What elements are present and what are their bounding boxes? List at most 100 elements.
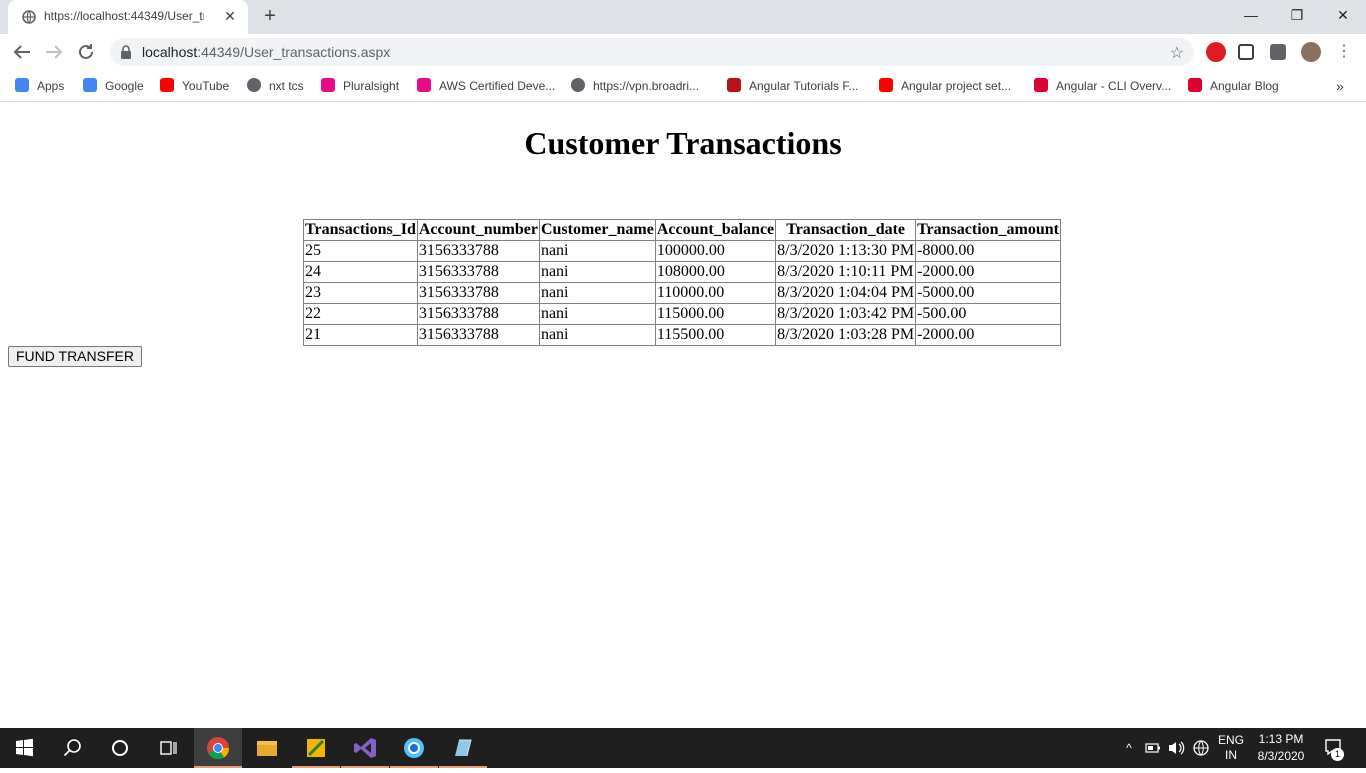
column-header: Account_number <box>416 219 540 241</box>
tab-title: https://localhost:44349/User_transaction… <box>44 9 204 23</box>
page-content: Customer Transactions Transactions_Id Ac… <box>0 103 1366 728</box>
chevron-up-icon[interactable]: ^ <box>1120 728 1138 768</box>
bookmark-item[interactable]: Google <box>83 76 144 96</box>
table-cell: 3156333788 <box>416 240 540 262</box>
table-cell: 24 <box>303 261 418 283</box>
table-cell: nani <box>538 324 656 346</box>
table-cell: 108000.00 <box>654 261 777 283</box>
back-arrow-icon[interactable] <box>10 40 34 64</box>
visual-studio-icon[interactable] <box>341 728 389 768</box>
browser-toolbar: localhost:44349/User_transactions.aspx ☆… <box>0 34 1366 70</box>
table-cell: 25 <box>303 240 418 262</box>
column-header: Transaction_date <box>775 219 917 241</box>
globe-icon <box>22 10 36 24</box>
table-cell: 3156333788 <box>416 261 540 283</box>
bookmark-label: AWS Certified Deve... <box>439 79 556 93</box>
bookmark-label: nxt tcs <box>269 79 304 93</box>
table-cell: 115500.00 <box>654 324 777 346</box>
adblock-icon[interactable] <box>1206 42 1226 62</box>
table-cell: nani <box>538 282 656 304</box>
cube-extension-icon[interactable] <box>1238 44 1254 60</box>
table-cell: -500.00 <box>915 303 1061 325</box>
bookmark-item[interactable]: YouTube <box>160 76 229 96</box>
browser-tab[interactable]: https://localhost:44349/User_transaction… <box>8 0 248 34</box>
column-header: Account_balance <box>654 219 777 241</box>
table-cell: 8/3/2020 1:13:30 PM <box>775 240 917 262</box>
globe-icon <box>571 78 585 92</box>
window-close-icon[interactable]: ✕ <box>1320 0 1366 30</box>
table-cell: 110000.00 <box>654 282 777 304</box>
table-cell: 3156333788 <box>416 282 540 304</box>
pluralsight-icon <box>417 78 431 92</box>
youtube-icon <box>160 78 174 92</box>
pluralsight-icon <box>321 78 335 92</box>
bookmark-item[interactable]: Angular Tutorials F... <box>727 76 858 96</box>
table-cell: 21 <box>303 324 418 346</box>
action-center[interactable]: 1 <box>1322 728 1346 768</box>
table-row: 21 3156333788 nani 115500.00 8/3/2020 1:03:2… <box>303 324 1061 346</box>
bookmarks-bar: Apps Google YouTube nxt tcs Pluralsight AWS C… <box>0 70 1366 102</box>
table-cell: 8/3/2020 1:03:42 PM <box>775 303 917 325</box>
clock[interactable]: 1:13 PM 8/3/2020 <box>1252 728 1310 768</box>
file-explorer-icon[interactable] <box>243 728 291 768</box>
new-tab-icon[interactable]: + <box>260 6 280 26</box>
address-bar[interactable]: localhost:44349/User_transactions.aspx ☆ <box>110 38 1194 66</box>
table-cell: nani <box>538 261 656 283</box>
bookmark-item[interactable]: Pluralsight <box>321 76 399 96</box>
bookmark-label: Pluralsight <box>343 79 400 93</box>
puzzle-extensions-icon[interactable] <box>1270 44 1286 60</box>
app-taskbar-icon[interactable] <box>292 728 340 768</box>
windows-start-icon[interactable] <box>0 728 48 768</box>
bookmark-item[interactable]: Apps <box>15 76 64 96</box>
table-cell: -2000.00 <box>915 324 1061 346</box>
table-cell: 100000.00 <box>654 240 777 262</box>
battery-icon[interactable] <box>1144 728 1162 768</box>
search-icon[interactable] <box>48 728 96 768</box>
bookmark-item[interactable]: https://vpn.broadri... <box>571 76 699 96</box>
bookmark-item[interactable]: Angular project set... <box>879 76 1011 96</box>
avatar[interactable] <box>1301 42 1321 62</box>
bookmark-label: Google <box>105 79 144 93</box>
table-row: 24 3156333788 nani 108000.00 8/3/2020 1:10:1… <box>303 261 1061 283</box>
clock-date: 8/3/2020 <box>1257 749 1305 763</box>
bookmark-item[interactable]: Angular Blog <box>1188 76 1279 96</box>
reload-icon[interactable] <box>74 40 98 64</box>
task-view-icon[interactable] <box>144 728 192 768</box>
bookmark-label: Angular Blog <box>1210 79 1279 93</box>
column-header: Customer_name <box>538 219 656 241</box>
sql-tool-icon[interactable] <box>390 728 438 768</box>
table-cell: -2000.00 <box>915 261 1061 283</box>
close-tab-icon[interactable]: ✕ <box>222 8 238 24</box>
minimize-icon[interactable]: — <box>1228 0 1274 30</box>
cortana-icon[interactable] <box>96 728 144 768</box>
fund-transfer-button[interactable]: FUND TRANSFER <box>8 346 142 367</box>
bookmark-star-icon[interactable]: ☆ <box>1170 43 1184 63</box>
volume-icon[interactable] <box>1166 728 1186 768</box>
bookmark-label: Angular project set... <box>901 79 1012 93</box>
table-cell: 22 <box>303 303 418 325</box>
taskbar: ^ ENG IN 1:13 PM 8/3/2020 1 <box>0 728 1366 768</box>
apps-grid-icon <box>15 78 29 92</box>
angular-icon <box>1034 78 1048 92</box>
table-cell: 8/3/2020 1:04:04 PM <box>775 282 917 304</box>
table-cell: 115000.00 <box>654 303 777 325</box>
bookmark-item[interactable]: Angular - CLI Overv... <box>1034 76 1171 96</box>
table-cell: 3156333788 <box>416 303 540 325</box>
chrome-taskbar-icon[interactable] <box>194 728 242 768</box>
forward-arrow-icon[interactable] <box>42 40 66 64</box>
bookmarks-overflow-icon[interactable]: » <box>1336 76 1344 96</box>
language-indicator[interactable]: ENG IN <box>1214 728 1248 768</box>
bookmark-label: Angular Tutorials F... <box>749 79 859 93</box>
bookmark-label: YouTube <box>182 79 230 93</box>
language-code: ENG <box>1217 733 1244 747</box>
bookmark-item[interactable]: AWS Certified Deve... <box>417 76 555 96</box>
clock-time: 1:13 PM <box>1258 732 1304 746</box>
dev-icon <box>727 78 741 92</box>
network-globe-icon[interactable] <box>1190 728 1212 768</box>
restore-icon[interactable]: ❐ <box>1274 0 1320 30</box>
bookmark-item[interactable]: nxt tcs <box>247 76 304 96</box>
notes-app-icon[interactable] <box>439 728 487 768</box>
table-cell: -5000.00 <box>915 282 1061 304</box>
menu-dots-icon[interactable]: ⋮ <box>1334 42 1354 62</box>
table-cell: nani <box>538 240 656 262</box>
